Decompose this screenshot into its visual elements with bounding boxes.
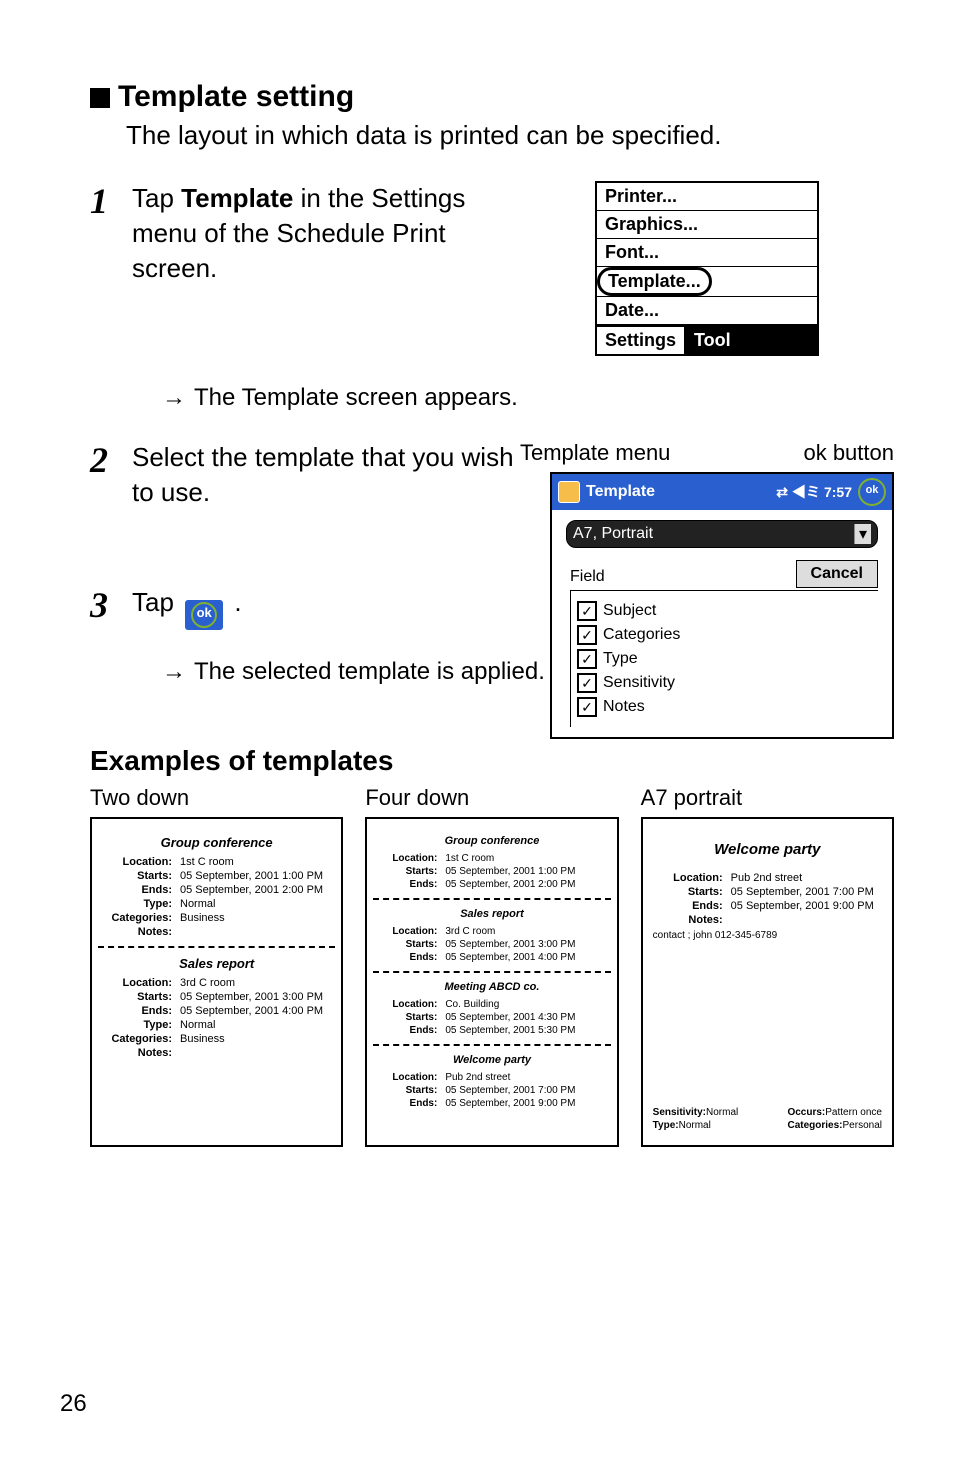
template-screen: Template ⇄ ◀ミ 7:57 ok A7, Portrait ▾ xyxy=(550,472,894,739)
checkbox-icon: ✓ xyxy=(577,601,597,621)
a7-bottom-meta: Sensitivity:Normal Occurs:Pattern once T… xyxy=(653,1105,882,1133)
menu-item-date[interactable]: Date... xyxy=(597,297,817,325)
label-template-menu: Template menu xyxy=(520,440,744,466)
example-a7-portrait-label: A7 portrait xyxy=(641,785,894,811)
checkbox-icon: ✓ xyxy=(577,649,597,669)
step-2-text: Select the template that you wish to use… xyxy=(132,440,520,510)
step-number-2: 2 xyxy=(90,440,132,510)
label-ok-button: ok button xyxy=(744,440,894,466)
section-title: Template setting xyxy=(90,80,894,114)
step-number-3: 3 xyxy=(90,585,132,630)
template-select[interactable]: A7, Portrait ▾ xyxy=(566,520,878,548)
divider xyxy=(373,971,610,973)
example-two-down: Group conference Location:1st C room Sta… xyxy=(90,817,343,1147)
menu-item-printer[interactable]: Printer... xyxy=(597,183,817,211)
tab-tool[interactable]: Tool xyxy=(686,327,817,354)
status-area: ⇄ ◀ミ 7:57 xyxy=(776,482,852,502)
checkbox-icon: ✓ xyxy=(577,673,597,693)
step-number-1: 1 xyxy=(90,181,132,286)
example-two-down-label: Two down xyxy=(90,785,343,811)
app-icon xyxy=(558,481,580,503)
step-1-text: Tap Template in the Settings menu of the… xyxy=(132,181,520,286)
field-sensitivity[interactable]: ✓Sensitivity xyxy=(577,673,872,693)
speaker-icon: ◀ミ xyxy=(792,482,820,502)
menu-item-template[interactable]: Template... xyxy=(597,267,817,297)
connectivity-icon: ⇄ xyxy=(776,484,788,501)
chevron-down-icon: ▾ xyxy=(854,524,871,544)
intro-text: The layout in which data is printed can … xyxy=(126,120,894,151)
settings-menu: Printer... Graphics... Font... Template.… xyxy=(595,181,819,356)
ok-button[interactable]: ok xyxy=(858,478,886,506)
example-a7-portrait: Welcome party Location:Pub 2nd street St… xyxy=(641,817,894,1147)
field-subject[interactable]: ✓Subject xyxy=(577,601,872,621)
checkbox-icon: ✓ xyxy=(577,697,597,717)
field-label: Field xyxy=(570,568,605,586)
contact-text: contact ; john 012-345-6789 xyxy=(653,930,882,941)
menu-item-graphics[interactable]: Graphics... xyxy=(597,211,817,239)
page-number: 26 xyxy=(60,1390,87,1418)
step-3-text: Tap ok . xyxy=(132,585,242,630)
menu-item-font[interactable]: Font... xyxy=(597,239,817,267)
divider xyxy=(373,1044,610,1046)
screen-title: Template xyxy=(586,483,655,501)
checkbox-icon: ✓ xyxy=(577,625,597,645)
clock-text: 7:57 xyxy=(824,484,852,500)
arrow-icon: → xyxy=(162,382,186,414)
step-1-result: → The Template screen appears. xyxy=(162,382,894,414)
field-type[interactable]: ✓Type xyxy=(577,649,872,669)
tab-settings[interactable]: Settings xyxy=(597,327,686,354)
arrow-icon: → xyxy=(162,656,186,688)
square-bullet-icon xyxy=(90,88,110,108)
example-four-down-label: Four down xyxy=(365,785,618,811)
titlebar: Template ⇄ ◀ミ 7:57 ok xyxy=(552,474,892,510)
examples-title: Examples of templates xyxy=(90,745,894,777)
divider xyxy=(373,898,610,900)
field-categories[interactable]: ✓Categories xyxy=(577,625,872,645)
cancel-button[interactable]: Cancel xyxy=(796,560,878,588)
example-four-down: Group conference Location:1st C room Sta… xyxy=(365,817,618,1147)
ok-button-icon[interactable]: ok xyxy=(185,600,223,630)
divider xyxy=(98,946,335,948)
field-notes[interactable]: ✓Notes xyxy=(577,697,872,717)
